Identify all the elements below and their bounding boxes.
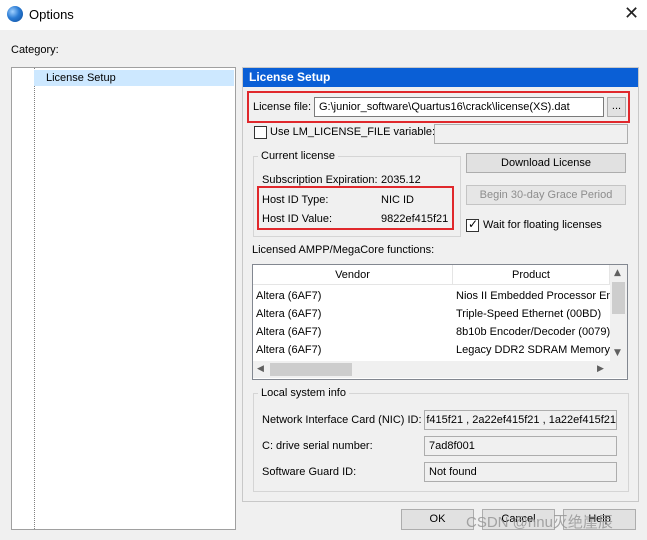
drive-serial-label: C: drive serial number: — [262, 440, 373, 452]
table-cell-product[interactable]: 8b10b Encoder/Decoder (0079) — [456, 323, 610, 341]
scroll-up-icon[interactable]: ▲ — [614, 268, 621, 278]
column-header-product[interactable]: Product — [453, 265, 610, 285]
nic-id-field[interactable]: f415f21 , 2a22ef415f21 , 1a22ef415f21 — [424, 410, 617, 430]
use-lm-checkbox[interactable] — [254, 126, 267, 139]
close-icon[interactable]: ✕ — [624, 3, 639, 24]
app-icon — [7, 6, 23, 22]
nic-id-value: f415f21 , 2a22ef415f21 , 1a22ef415f21 — [426, 414, 616, 426]
functions-listview[interactable]: Vendor Product Altera (6AF7) Nios II Emb… — [252, 264, 628, 380]
horizontal-scrollbar[interactable]: ◀ ▶ — [253, 361, 610, 378]
wait-floating-label: Wait for floating licenses — [483, 219, 602, 231]
tree-connector-line — [34, 68, 35, 529]
browse-button[interactable]: ... — [607, 97, 626, 117]
table-cell-vendor[interactable]: Altera (6AF7) — [256, 341, 451, 359]
subscription-value: 2035.12 — [381, 174, 421, 186]
use-lm-label: Use LM_LICENSE_FILE variable: — [270, 126, 436, 138]
host-id-type-value: NIC ID — [381, 194, 414, 206]
check-icon: ✓ — [468, 217, 479, 231]
local-system-info-title: Local system info — [258, 387, 349, 399]
vertical-scrollbar[interactable]: ▲ ▼ — [610, 265, 627, 361]
subscription-label: Subscription Expiration: — [262, 174, 378, 186]
software-guard-field[interactable]: Not found — [424, 462, 617, 482]
table-cell-product[interactable]: Legacy DDR2 SDRAM Memory C — [456, 341, 610, 359]
table-cell-product[interactable]: Triple-Speed Ethernet (00BD) — [456, 305, 610, 323]
software-guard-label: Software Guard ID: — [262, 466, 357, 478]
table-cell-vendor[interactable]: Altera (6AF7) — [256, 287, 451, 305]
license-file-label: License file: — [253, 101, 312, 113]
watermark: CSDN @nnu灭绝崖辰 — [466, 514, 613, 531]
drive-serial-field[interactable]: 7ad8f001 — [424, 436, 617, 456]
vertical-scroll-thumb[interactable] — [612, 282, 625, 314]
host-id-value-label: Host ID Value: — [262, 213, 333, 225]
license-file-input[interactable]: G:\junior_software\Quartus16\crack\licen… — [314, 97, 604, 117]
category-tree[interactable]: License Setup — [11, 67, 236, 530]
functions-label: Licensed AMPP/MegaCore functions: — [252, 244, 435, 256]
wait-floating-checkbox[interactable]: ✓ — [466, 217, 479, 232]
nic-id-label: Network Interface Card (NIC) ID: — [262, 414, 422, 426]
window-title: Options — [29, 7, 74, 22]
column-header-vendor[interactable]: Vendor — [253, 265, 453, 285]
scroll-down-icon[interactable]: ▼ — [614, 348, 621, 358]
scroll-right-icon[interactable]: ▶ — [597, 364, 604, 374]
title-bar: Options ✕ — [0, 0, 647, 30]
grace-period-button[interactable]: Begin 30-day Grace Period — [466, 185, 626, 205]
category-label: Category: — [11, 44, 59, 56]
tree-item-license-setup[interactable]: License Setup — [34, 70, 234, 86]
table-cell-vendor[interactable]: Altera (6AF7) — [256, 323, 451, 341]
host-id-value-value: 9822ef415f21 — [381, 213, 449, 225]
use-lm-input[interactable] — [434, 124, 628, 144]
host-id-type-label: Host ID Type: — [262, 194, 329, 206]
table-cell-vendor[interactable]: Altera (6AF7) — [256, 305, 451, 323]
current-license-title: Current license — [258, 150, 338, 162]
table-cell-product[interactable]: Nios II Embedded Processor Enc — [456, 287, 610, 305]
horizontal-scroll-thumb[interactable] — [270, 363, 352, 376]
scrollbar-corner — [610, 361, 627, 378]
ok-button[interactable]: OK — [401, 509, 474, 530]
panel-header: License Setup — [243, 68, 638, 87]
scroll-left-icon[interactable]: ◀ — [257, 364, 264, 374]
download-license-button[interactable]: Download License — [466, 153, 626, 173]
